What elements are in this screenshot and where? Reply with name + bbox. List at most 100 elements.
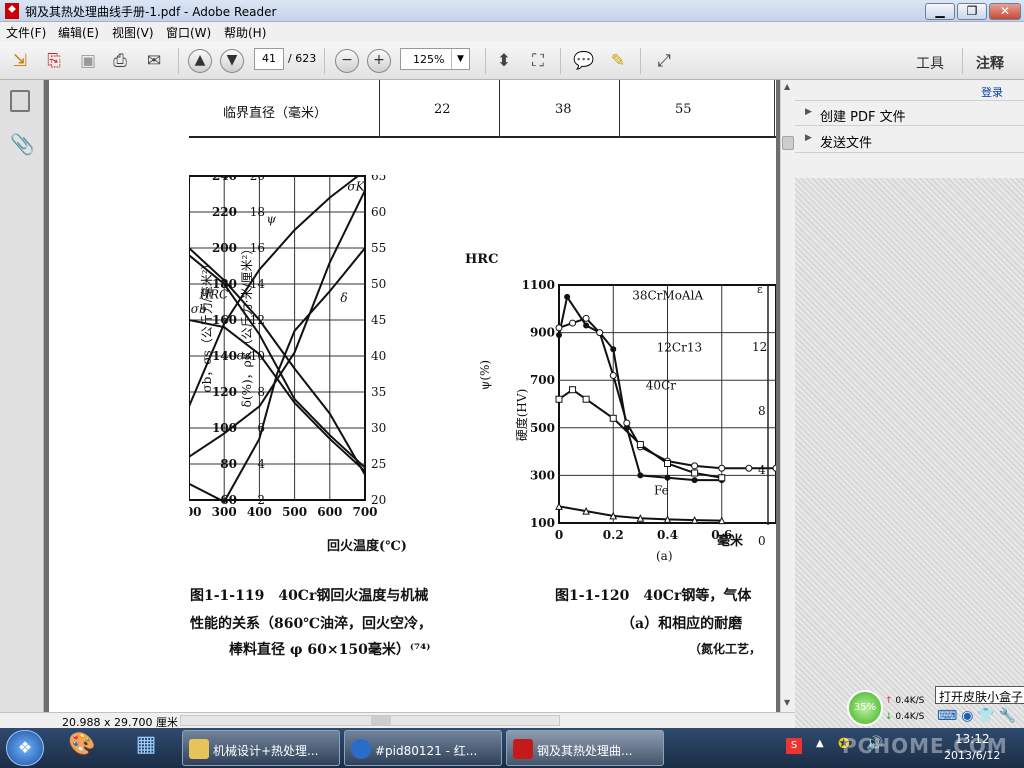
menu-bar: 文件(F) 编辑(E) 视图(V) 窗口(W) 帮助(H): [0, 22, 1024, 42]
panel-item-create-pdf[interactable]: ▶ 创建 PDF 文件: [795, 100, 1024, 126]
data-point: [772, 464, 776, 472]
x-tick-label: 0.4: [657, 528, 678, 542]
zoom-in-icon[interactable]: +: [367, 49, 391, 73]
comment-bubble-icon[interactable]: 💬: [570, 47, 598, 75]
fullscreen-icon[interactable]: ⤢: [650, 47, 678, 75]
tray-expand-icon[interactable]: ▲: [816, 738, 824, 749]
scroll-thumb[interactable]: [371, 716, 391, 725]
title-bar: ⯁ 钢及其热处理曲线手册-1.pdf - Adobe Reader ▁ ❐ ✕: [0, 0, 1024, 22]
figure-caption: （a）和相应的耐磨: [621, 616, 743, 632]
task-adobe-reader[interactable]: 钢及其热处理曲...: [506, 730, 664, 766]
y-tick-label: 240: [212, 175, 237, 183]
y-axis-label-strength: σb，σs（公斤力/毫米²）: [199, 257, 214, 392]
task-folder[interactable]: 机械设计+热处理...: [182, 730, 340, 766]
zoom-out-icon[interactable]: −: [335, 49, 359, 73]
data-point: [664, 460, 671, 467]
windows-start-icon[interactable]: ❖: [6, 730, 44, 766]
horizontal-scrollbar[interactable]: [180, 715, 560, 726]
menu-file[interactable]: 文件(F): [6, 24, 46, 41]
create-pdf-icon[interactable]: ⇲: [6, 47, 34, 75]
x-tick-label: 0: [555, 528, 563, 542]
menu-view[interactable]: 视图(V): [112, 24, 154, 41]
close-button[interactable]: ✕: [989, 3, 1021, 20]
x-tick-label: 300: [212, 505, 237, 519]
data-point: [636, 440, 644, 448]
y-right-tick-label: 20: [371, 493, 386, 507]
tools-tab[interactable]: 工具: [916, 53, 944, 73]
login-link[interactable]: 登录: [981, 84, 1003, 100]
y-tick-label: 700: [530, 373, 555, 387]
attachments-icon[interactable]: 📎: [10, 132, 35, 156]
menu-edit[interactable]: 编辑(E): [58, 24, 99, 41]
tick-label: 0: [758, 534, 766, 548]
tray-app-icon[interactable]: S: [786, 738, 802, 754]
page-number-input[interactable]: 41: [254, 48, 284, 70]
y-tick-label: 1100: [522, 278, 555, 292]
widget-icons[interactable]: ⌨◉👕🔧: [937, 708, 1020, 724]
data-point: [691, 469, 699, 477]
app-launcher-icon[interactable]: 🎨: [62, 732, 102, 764]
figure-caption: （氮化工艺，: [689, 642, 762, 656]
table-cell: 55: [675, 102, 692, 117]
task-label: 机械设计+热处理...: [213, 744, 319, 758]
x-axis-label: 回火温度(℃): [327, 538, 407, 554]
sign-pen-icon[interactable]: ✎: [604, 47, 632, 75]
y-tick-label: 500: [530, 421, 555, 435]
fit-width-icon[interactable]: ⬍: [490, 47, 518, 75]
y-right-tick-label: 35: [371, 385, 386, 399]
maximize-button[interactable]: ❐: [957, 3, 987, 20]
y-right-tick-label: 60: [371, 205, 386, 219]
net-speed-gauge[interactable]: 35%: [847, 690, 883, 726]
data-point: [691, 462, 699, 470]
expand-arrow-icon: ▶: [805, 133, 812, 143]
save-icon[interactable]: ▣: [74, 47, 102, 75]
y-tick-label: 900: [530, 326, 555, 340]
y-axis-label-elongation: δ(%)，ρK（公斤力·米/厘米²）: [240, 243, 254, 408]
task-browser[interactable]: #pid80121 - 红...: [344, 730, 502, 766]
y-tick-label: 120: [212, 385, 237, 399]
table-cell: 22: [434, 102, 451, 117]
table-header-label: 临界直径（毫米）: [223, 106, 328, 121]
y-right-tick-label: 45: [371, 313, 386, 327]
y-tick-label: 220: [212, 205, 237, 219]
y-tick-label: 100: [530, 516, 555, 530]
status-bar: 20.988 x 29.700 厘米: [0, 712, 795, 729]
data-point: [569, 386, 577, 394]
minimize-button[interactable]: ▁: [925, 3, 955, 20]
data-point: [609, 371, 617, 379]
clock-time: 13:12: [955, 732, 990, 746]
y-right-tick-label: 40: [371, 349, 386, 363]
series-label: 12Cr13: [657, 341, 702, 355]
scroll-down-icon[interactable]: ▼: [784, 698, 790, 707]
vertical-scrollbar[interactable]: ▲ ▼: [780, 80, 795, 712]
print-icon[interactable]: ⎙: [106, 47, 134, 75]
next-page-icon[interactable]: ▼: [220, 49, 244, 73]
hardness-chart: 38CrMoAlA12Cr1340CrFe 0 0.2 0.4 0.611009007…: [514, 278, 776, 563]
email-icon[interactable]: ✉: [140, 47, 168, 75]
prev-page-icon[interactable]: ▲: [188, 49, 212, 73]
scroll-up-icon[interactable]: ▲: [784, 82, 790, 91]
pdf-icon: [513, 739, 533, 759]
comment-tab[interactable]: 注释: [976, 53, 1004, 73]
data-point: [718, 464, 726, 472]
browser-icon: [351, 739, 371, 759]
data-point: [583, 322, 590, 329]
y-right-tick-label: 55: [371, 241, 386, 255]
virtualbox-icon[interactable]: ▦: [126, 732, 166, 764]
panel-item-send-file[interactable]: ▶ 发送文件: [795, 127, 1024, 153]
zoom-select[interactable]: 125% ▼: [400, 48, 470, 70]
chevron-down-icon[interactable]: ▼: [451, 49, 469, 69]
data-point: [569, 319, 577, 327]
data-point: [718, 474, 726, 482]
pdf-icon: ⯁: [5, 3, 19, 19]
task-label: #pid80121 - 红...: [375, 744, 478, 758]
figure-caption: 图1-1-120 40Cr钢等，气体: [555, 588, 752, 604]
scroll-thumb[interactable]: [782, 136, 794, 150]
fit-page-icon[interactable]: ⛶: [524, 47, 552, 75]
y-tick-label: 4: [257, 457, 265, 471]
menu-window[interactable]: 窗口(W): [166, 24, 211, 41]
y-axis-label-reduction: ψ(%): [478, 360, 492, 390]
export-pdf-icon[interactable]: ⎘: [40, 47, 68, 75]
menu-help[interactable]: 帮助(H): [224, 24, 266, 41]
page-thumbnails-icon[interactable]: [10, 90, 30, 112]
